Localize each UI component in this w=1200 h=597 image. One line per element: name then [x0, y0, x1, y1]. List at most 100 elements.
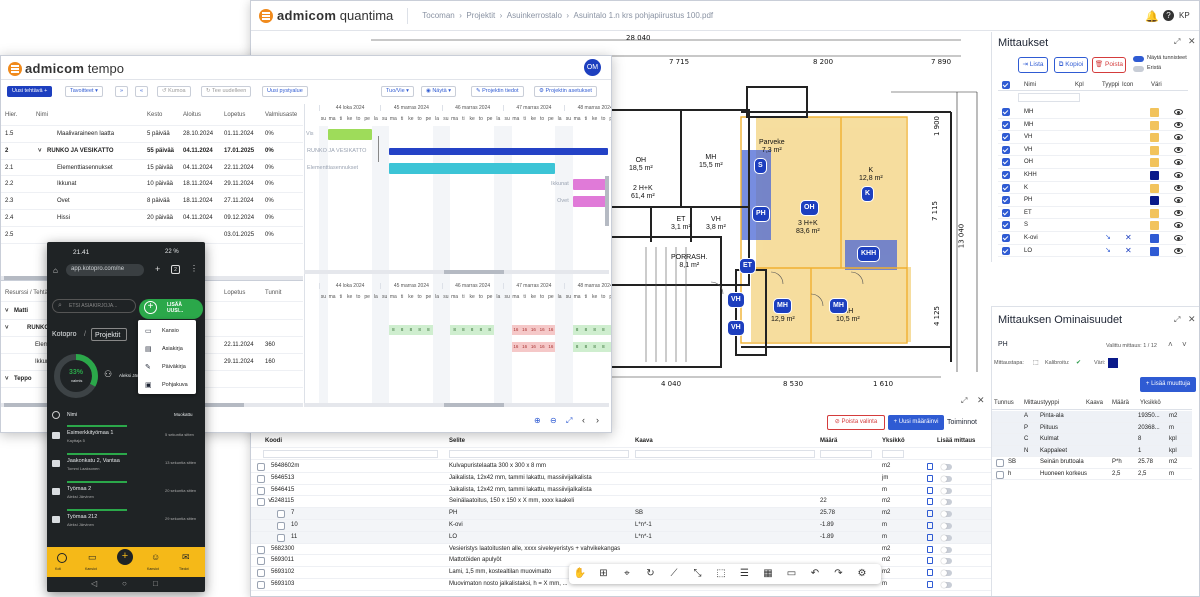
gantt-bar[interactable]: [572, 179, 608, 191]
prev-icon[interactable]: ‹: [582, 415, 585, 425]
breadcrumb-projects[interactable]: Projektit: [91, 328, 127, 341]
color-swatch[interactable]: [1150, 145, 1159, 155]
measurement-marker-mh[interactable]: MH: [829, 298, 848, 314]
expand-icon[interactable]: ⤢: [1174, 37, 1180, 47]
measurement-marker-khh[interactable]: KHH: [857, 246, 881, 262]
undo-button[interactable]: ↺ Kumoa: [157, 86, 191, 97]
unit-filter-input[interactable]: [882, 450, 904, 458]
zoom-out-icon[interactable]: ⊖: [550, 416, 557, 425]
measurement-row[interactable]: MH: [998, 106, 1186, 119]
property-row[interactable]: P Piituus 20368... m: [992, 422, 1192, 434]
person-nav-icon[interactable]: ☺: [151, 552, 160, 562]
url-bar[interactable]: app.kotopro.com/ne: [66, 264, 144, 276]
measurement-marker-vh[interactable]: VH: [727, 320, 745, 336]
menu-item-folder[interactable]: ▭ Kansio: [142, 326, 194, 338]
name-filter-input[interactable]: [1018, 93, 1080, 102]
row-checkbox[interactable]: [257, 557, 265, 566]
task-row[interactable]: 2.3 Ovet 8 päivää 18.11.2024 27.11.2024 0%: [1, 193, 303, 210]
add-new-button[interactable]: + LISÄÄ UUSI...: [139, 299, 203, 319]
property-row[interactable]: A Pinta-ala 19350... m2: [992, 411, 1192, 423]
fit-icon[interactable]: ⤢: [566, 416, 572, 426]
color-swatch[interactable]: [1108, 358, 1118, 368]
row-checkbox[interactable]: [1002, 246, 1010, 255]
horizontal-scrollbar[interactable]: [304, 403, 609, 407]
row-checkbox[interactable]: [996, 459, 1004, 467]
breadcrumb-kotopro[interactable]: Kotopro: [52, 331, 77, 338]
add-measure-toggle[interactable]: [941, 511, 952, 518]
menu-item-floorplan[interactable]: ▣ Pohjakuva: [142, 380, 194, 392]
chevron-up-icon[interactable]: ˄: [1168, 340, 1173, 349]
row-checkbox[interactable]: [1002, 208, 1010, 217]
task-row[interactable]: 2.4 Hissi 20 päivää 04.11.2024 09.12.2024 0%: [1, 210, 303, 227]
table-row[interactable]: ˅ 5248115 Seinälaatoitus, 150 x 150 x X mm…: [251, 496, 991, 509]
add-measure-toggle[interactable]: [941, 582, 952, 588]
isolate-toggle[interactable]: [1133, 66, 1144, 72]
menu-item-document[interactable]: ▤ Asiakirja: [142, 344, 194, 356]
hand-icon[interactable]: ✋: [573, 567, 587, 581]
measurement-marker-vh[interactable]: VH: [727, 292, 745, 308]
measurement-row[interactable]: ET: [998, 207, 1186, 220]
row-checkbox[interactable]: [1002, 145, 1010, 154]
import-export-dropdown[interactable]: Tuo/Vie ▾: [381, 86, 414, 97]
add-nav-icon[interactable]: +: [117, 549, 133, 565]
new-quantity-button[interactable]: + Uusi määräinvi: [888, 415, 944, 430]
copy-icon[interactable]: [927, 498, 933, 506]
sort-label[interactable]: Muokattu: [174, 412, 193, 417]
measurement-marker-oh[interactable]: OH: [800, 200, 819, 216]
copy-icon[interactable]: [927, 474, 933, 482]
eye-icon[interactable]: [1174, 172, 1183, 178]
add-variable-button[interactable]: + Lisää muuttuja: [1140, 377, 1196, 392]
measurement-marker-ph[interactable]: PH: [752, 206, 770, 222]
select-all-checkbox[interactable]: [1002, 81, 1010, 89]
remove-selection-button[interactable]: ⊘ Poista valinta: [827, 415, 885, 430]
table-row[interactable]: 10 K-ovi L*n*-1 -1.89 m: [251, 520, 991, 532]
select-icon[interactable]: ⊞: [597, 567, 611, 581]
add-measure-toggle[interactable]: [941, 534, 952, 541]
row-checkbox[interactable]: [257, 486, 265, 495]
copy-icon[interactable]: [927, 522, 933, 529]
measurement-row[interactable]: OH: [998, 156, 1186, 169]
gantt-bar[interactable]: [572, 196, 608, 208]
measurement-row[interactable]: LO ↘ ✕: [998, 245, 1186, 258]
measurement-row[interactable]: PH: [998, 194, 1186, 207]
color-swatch[interactable]: [1150, 246, 1159, 256]
row-checkbox[interactable]: [277, 533, 285, 542]
eye-icon[interactable]: [1174, 247, 1183, 254]
color-swatch[interactable]: [1150, 234, 1159, 243]
row-checkbox[interactable]: [1002, 158, 1010, 167]
show-ids-toggle[interactable]: [1133, 56, 1144, 62]
row-checkbox[interactable]: [257, 581, 265, 589]
chevron-down-icon[interactable]: ˅: [38, 143, 42, 160]
color-swatch[interactable]: [1150, 120, 1159, 130]
desc-filter-input[interactable]: [449, 450, 629, 458]
redo-icon[interactable]: ↷: [832, 567, 846, 581]
menu-item-diary[interactable]: ✎ Päiväkirja: [142, 362, 194, 374]
zoom-area-icon[interactable]: ⌖: [620, 567, 634, 581]
table-row[interactable]: 7 PH SB 25.78 m2: [251, 508, 991, 520]
undo-icon[interactable]: ↶: [808, 567, 822, 581]
chat-nav-icon[interactable]: ✉: [182, 552, 190, 563]
collapse-icon[interactable]: »: [115, 86, 129, 97]
row-checkbox[interactable]: [277, 522, 285, 530]
chevron-down-icon[interactable]: ˅: [1182, 340, 1187, 349]
measurement-marker-et[interactable]: ET: [739, 258, 756, 274]
bell-icon[interactable]: 🔔: [1145, 10, 1159, 23]
row-checkbox[interactable]: [257, 474, 265, 483]
add-measure-toggle[interactable]: [941, 464, 952, 470]
select-all-radio[interactable]: [52, 411, 60, 419]
next-icon[interactable]: ›: [596, 415, 599, 425]
chevron-down-icon[interactable]: ˅: [5, 303, 9, 320]
eye-icon[interactable]: [1174, 222, 1183, 229]
favourites-dropdown[interactable]: Tavoitteet ▾: [65, 86, 103, 97]
add-measure-toggle[interactable]: [941, 487, 952, 494]
eye-icon[interactable]: [1174, 146, 1183, 153]
task-row[interactable]: 2 ˅ RUNKO JA VESIKATTO 55 päivää 04.11.2024 1…: [1, 143, 303, 160]
table-row[interactable]: 5648602m Kulvapuristelaatta 300 x 300 x 8…: [251, 461, 991, 473]
measurement-row[interactable]: K: [998, 182, 1186, 195]
gantt-bar[interactable]: [389, 162, 556, 174]
settings-icon[interactable]: ⚙: [855, 567, 869, 581]
user-avatar[interactable]: OM: [584, 59, 601, 76]
task-row[interactable]: 1.5 Maalivaraineen laatta 5 päivää 28.10.20…: [1, 126, 303, 143]
new-row-button[interactable]: Uusi pystyalue: [262, 86, 308, 97]
close-icon[interactable]: ✕: [1188, 36, 1196, 47]
